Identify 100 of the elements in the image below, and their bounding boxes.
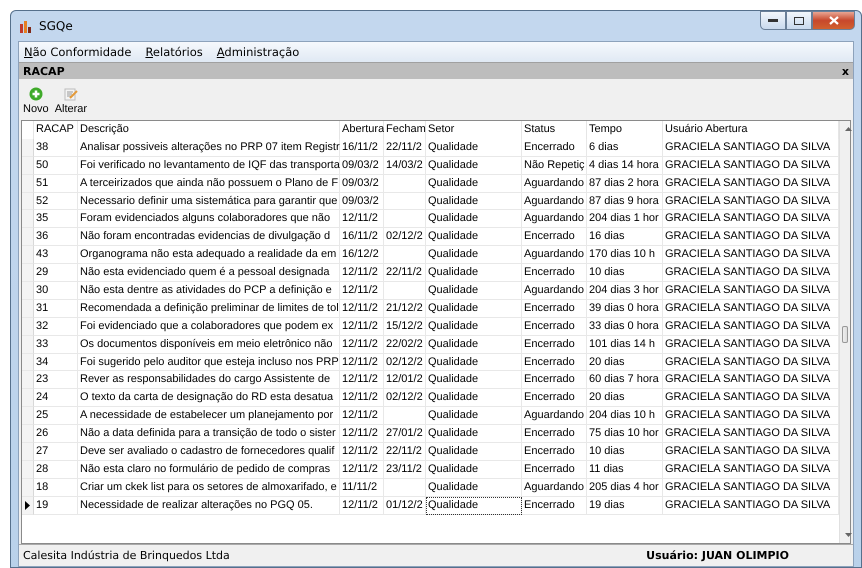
table-cell: GRACIELA SANTIAGO DA SILVA (663, 156, 839, 175)
table-cell: 170 dias 10 h (587, 246, 663, 264)
column-header[interactable]: Status (522, 121, 587, 139)
table-cell: GRACIELA SANTIAGO DA SILVA (663, 300, 839, 318)
close-icon (828, 16, 838, 25)
table-cell: Qualidade (426, 228, 522, 246)
table-cell: 11 dias (587, 460, 663, 479)
column-header[interactable]: Abertura (340, 121, 384, 139)
table-cell: GRACIELA SANTIAGO DA SILVA (663, 264, 839, 282)
column-header[interactable]: Setor (426, 121, 522, 139)
table-cell: 16/12/2 (340, 246, 384, 264)
table-cell: 12/11/2 (340, 407, 384, 426)
close-button[interactable] (812, 11, 855, 30)
table-cell: GRACIELA SANTIAGO DA SILVA (663, 174, 839, 193)
table-cell: 204 dias 1 hor (587, 210, 663, 228)
toolbar-button[interactable]: Alterar (54, 87, 88, 115)
table-cell: Qualidade (426, 478, 522, 497)
menu-item[interactable]: Relatórios (145, 45, 203, 59)
current-row-icon (25, 500, 30, 510)
maximize-icon (794, 16, 804, 24)
table-cell: 12/11/2 (340, 443, 384, 461)
menu-item[interactable]: Administração (216, 45, 300, 59)
table-cell: 12/11/2 (340, 282, 384, 300)
table-cell: Encerrado (522, 425, 587, 444)
table-cell: 16/11/2 (340, 228, 384, 246)
column-header[interactable]: Tempo (587, 121, 663, 139)
table-cell: Organograma não esta adequado a realidade da em (78, 246, 340, 264)
table-cell: GRACIELA SANTIAGO DA SILVA (663, 282, 839, 300)
table-cell: Aguardando (522, 210, 587, 228)
table-cell: Foi evidenciado que a colaboradores que podem ex (78, 318, 340, 336)
table-cell: GRACIELA SANTIAGO DA SILVA (663, 192, 839, 210)
table-cell: Não esta evidenciado quem é a pessoal designada (78, 264, 340, 282)
table-cell: Qualidade (426, 460, 522, 479)
scrollbar[interactable] (839, 121, 850, 543)
table-cell: 50 (34, 156, 78, 175)
table-cell: Qualidade (426, 210, 522, 228)
table-cell: 12/11/2 (340, 425, 384, 444)
column-header[interactable]: Fecham (384, 121, 426, 139)
window-title: SGQe (39, 19, 73, 33)
table-cell: GRACIELA SANTIAGO DA SILVA (663, 496, 839, 515)
table-cell: Não Repetiç (522, 156, 587, 175)
table-cell: 4 dias 14 hora (587, 156, 663, 175)
maximize-button[interactable] (786, 11, 812, 30)
column-header[interactable]: Descrição (78, 121, 340, 139)
table-cell: 33 (34, 336, 78, 354)
table-cell: 36 (34, 228, 78, 246)
table-cell: O texto da carta de designação do RD esta desatua (78, 389, 340, 408)
table-cell: Qualidade (426, 156, 522, 175)
table-cell: 16 dias (587, 228, 663, 246)
table-cell: 19 dias (587, 496, 663, 515)
table-cell: 38 (34, 138, 78, 157)
table-cell: Encerrado (522, 371, 587, 390)
table-cell: Aguardando (522, 282, 587, 300)
table-cell: 22/02/2 (384, 336, 426, 354)
table-cell: Qualidade (426, 371, 522, 390)
table-cell: 16/11/2 (340, 138, 384, 157)
app-logo-icon (19, 20, 33, 32)
row-header[interactable] (22, 496, 34, 515)
column-header[interactable]: RACAP (34, 121, 78, 139)
table-cell: 12/11/2 (340, 264, 384, 282)
table-cell: 12/11/2 (340, 389, 384, 408)
panel-title: RACAP (23, 64, 65, 78)
table-cell: 35 (34, 210, 78, 228)
table-cell: 25 (34, 407, 78, 426)
menu-item[interactable]: Não Conformidade (24, 45, 132, 59)
scroll-thumb[interactable] (842, 326, 848, 343)
table-cell: Qualidade (426, 264, 522, 282)
table-cell: Analisar possiveis alterações no PRP 07 item Registr (78, 138, 340, 157)
table-cell: Encerrado (522, 389, 587, 408)
table-cell: GRACIELA SANTIAGO DA SILVA (663, 246, 839, 264)
table-cell: 10 dias (587, 264, 663, 282)
table-cell: Necessidade de realizar alterações no PGQ 05. (78, 496, 340, 515)
table-cell: Encerrado (522, 443, 587, 461)
toolbar-button[interactable]: Novo (22, 87, 50, 115)
table-cell: Não foram encontradas evidencias de divulgação d (78, 228, 340, 246)
table-cell: 60 dias 7 hora (587, 371, 663, 390)
column-header[interactable]: Usuário Abertura (663, 121, 839, 139)
table-cell: 39 dias 0 hora (587, 300, 663, 318)
table-cell: Recomendada a definição preliminar de limites de tol (78, 300, 340, 318)
table-cell: 23/11/2 (384, 460, 426, 479)
table-cell: 09/03/2 (340, 174, 384, 193)
table-cell: 52 (34, 192, 78, 210)
minimize-button[interactable] (760, 11, 786, 30)
table-cell: 12/11/2 (340, 460, 384, 479)
table-cell: GRACIELA SANTIAGO DA SILVA (663, 210, 839, 228)
table-cell: Aguardando (522, 174, 587, 193)
table-cell: 09/03/2 (340, 192, 384, 210)
close-button[interactable]: x (842, 64, 849, 78)
table-cell: 27/01/2 (384, 425, 426, 444)
table-cell: Qualidade (426, 174, 522, 193)
table-cell: 87 dias 2 hora (587, 174, 663, 193)
table-cell: Encerrado (522, 138, 587, 157)
table-cell: 22/11/2 (384, 138, 426, 157)
table-cell: A terceirizados que ainda não possuem o Plano de F (78, 174, 340, 193)
table-cell: 27 (34, 443, 78, 461)
user-label: Usuário: JUAN OLIMPIO (646, 549, 789, 562)
table-cell: Qualidade (426, 336, 522, 354)
table-cell: 12/11/2 (340, 318, 384, 336)
table-cell: 204 dias 3 hor (587, 282, 663, 300)
table-cell: 6 dias (587, 138, 663, 157)
